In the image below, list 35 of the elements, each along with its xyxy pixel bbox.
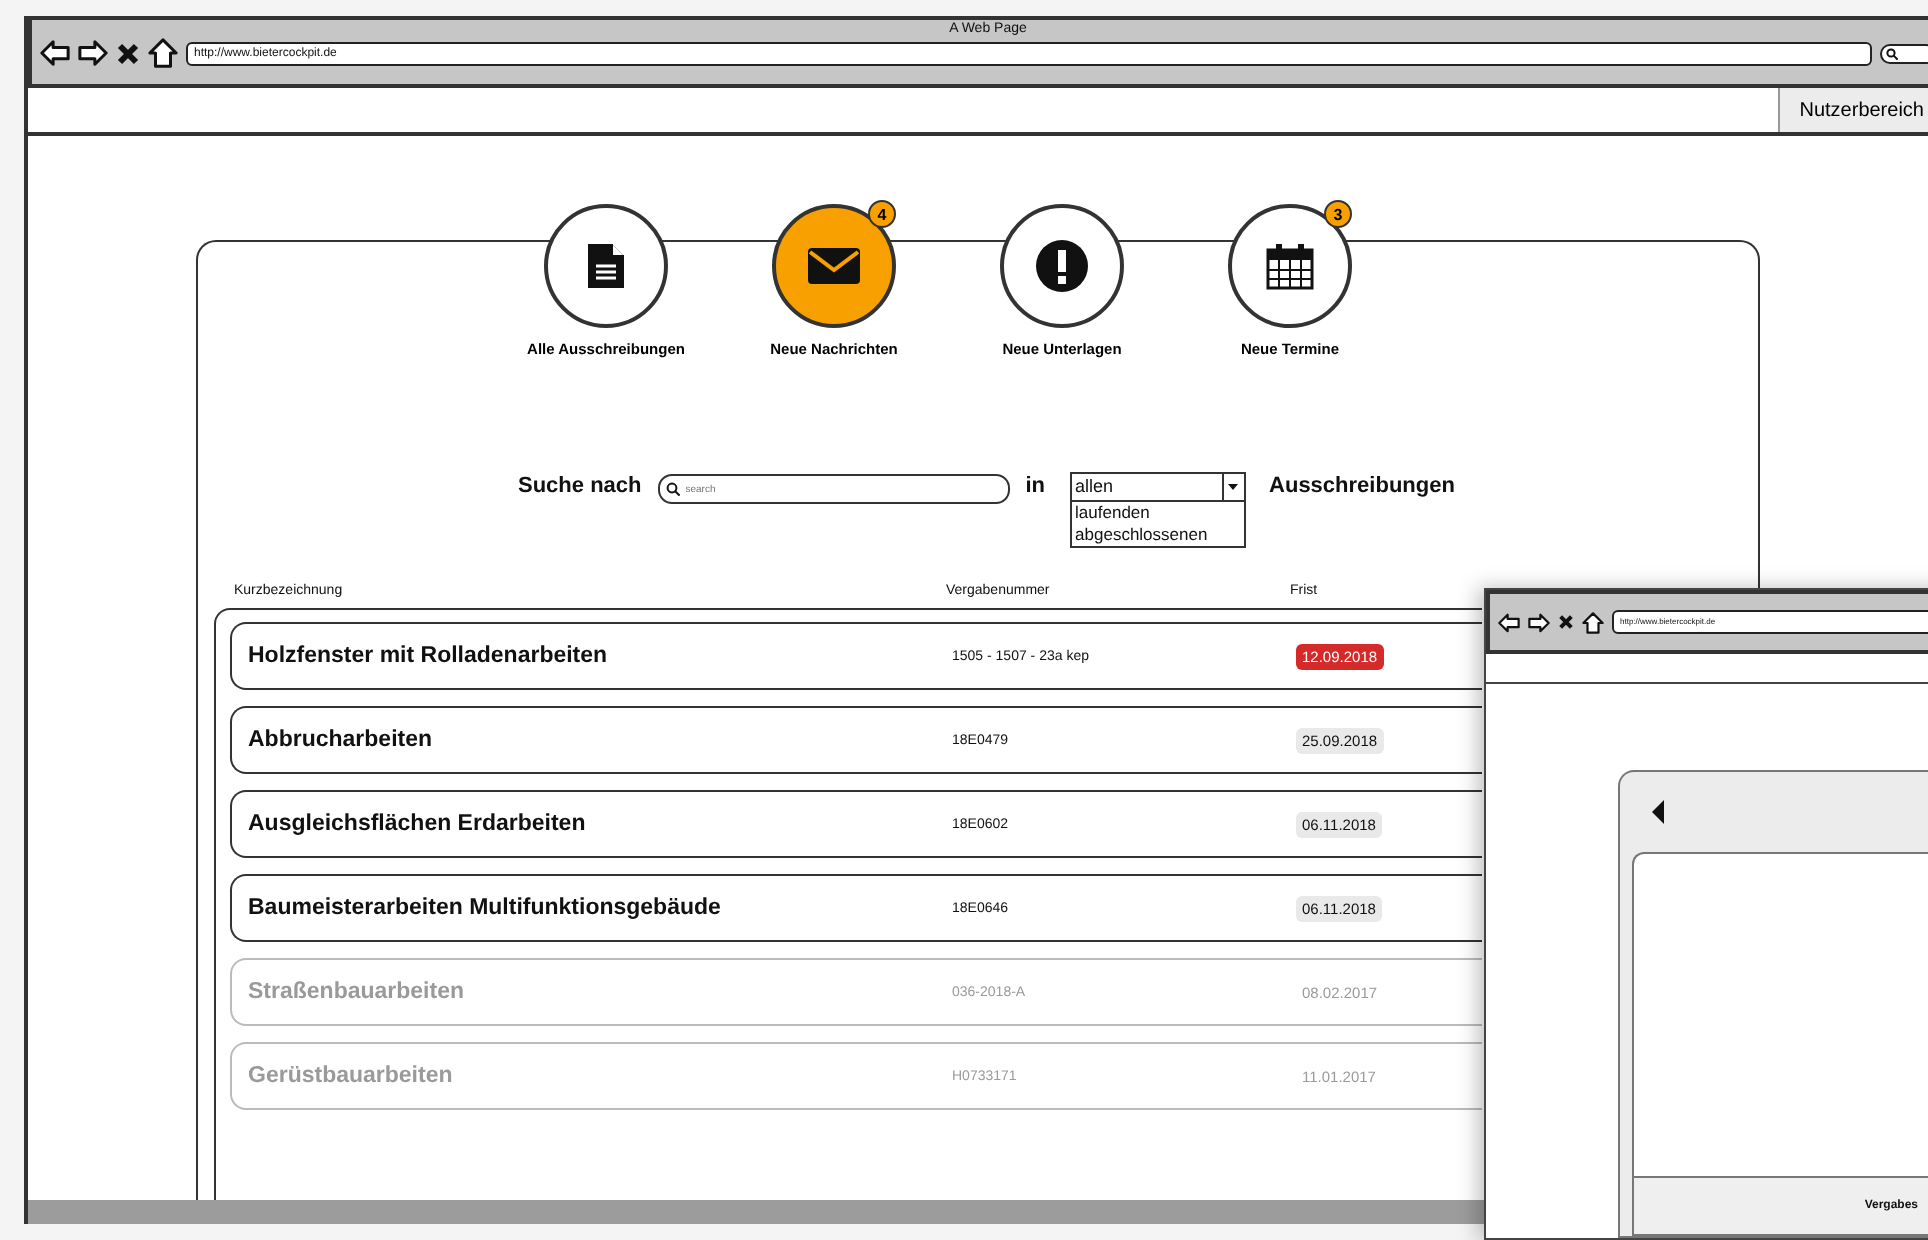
tender-title: Baumeisterarbeiten Multifunktionsgebäude <box>248 896 723 920</box>
caret-icon <box>1228 484 1239 490</box>
tender-title: Abbrucharbeiten <box>248 728 435 752</box>
user-area-button[interactable]: Nutzerbereich <box>1777 88 1928 132</box>
home-icon[interactable] <box>148 38 178 68</box>
nav-circle[interactable]: 3 <box>1228 204 1352 328</box>
tender-title: Gerüstbauarbeiten <box>248 1064 455 1088</box>
search-label: Suche nach <box>518 472 642 500</box>
home-icon[interactable] <box>1582 611 1604 633</box>
in-label: in <box>1025 472 1046 500</box>
status-dropdown[interactable]: allen <box>1069 472 1246 502</box>
tender-title: Ausgleichsflächen Erdarbeiten <box>248 812 588 836</box>
scrollbar[interactable] <box>28 1200 1484 1224</box>
tender-title: Holzfenster mit Rolladenarbeiten <box>248 644 610 668</box>
close-icon[interactable] <box>1558 614 1574 630</box>
tender-title: Straßenbauarbeiten <box>248 980 466 1004</box>
close-icon[interactable] <box>116 41 140 65</box>
document-icon <box>588 244 624 288</box>
calendar-icon <box>1266 242 1314 290</box>
nav-circle[interactable]: 4 <box>772 204 896 328</box>
browser-search-field[interactable] <box>1880 43 1928 63</box>
back-arrow-icon[interactable] <box>1498 611 1520 633</box>
search-suffix: Ausschreibungen <box>1269 472 1455 500</box>
search-icon <box>665 482 680 496</box>
count-badge: 4 <box>868 200 896 228</box>
forward-arrow-icon[interactable] <box>1528 611 1550 633</box>
search-icon <box>1886 47 1898 59</box>
exclamation-icon <box>1036 240 1088 292</box>
forward-arrow-icon[interactable] <box>78 38 108 68</box>
dropdown-option[interactable]: laufenden <box>1071 502 1244 524</box>
count-badge: 3 <box>1324 200 1352 228</box>
dropdown-option[interactable]: abgeschlossenen <box>1071 524 1244 546</box>
back-arrow-icon[interactable] <box>40 38 70 68</box>
back-triangle-icon[interactable] <box>1652 800 1664 824</box>
envelope-icon <box>808 248 860 284</box>
